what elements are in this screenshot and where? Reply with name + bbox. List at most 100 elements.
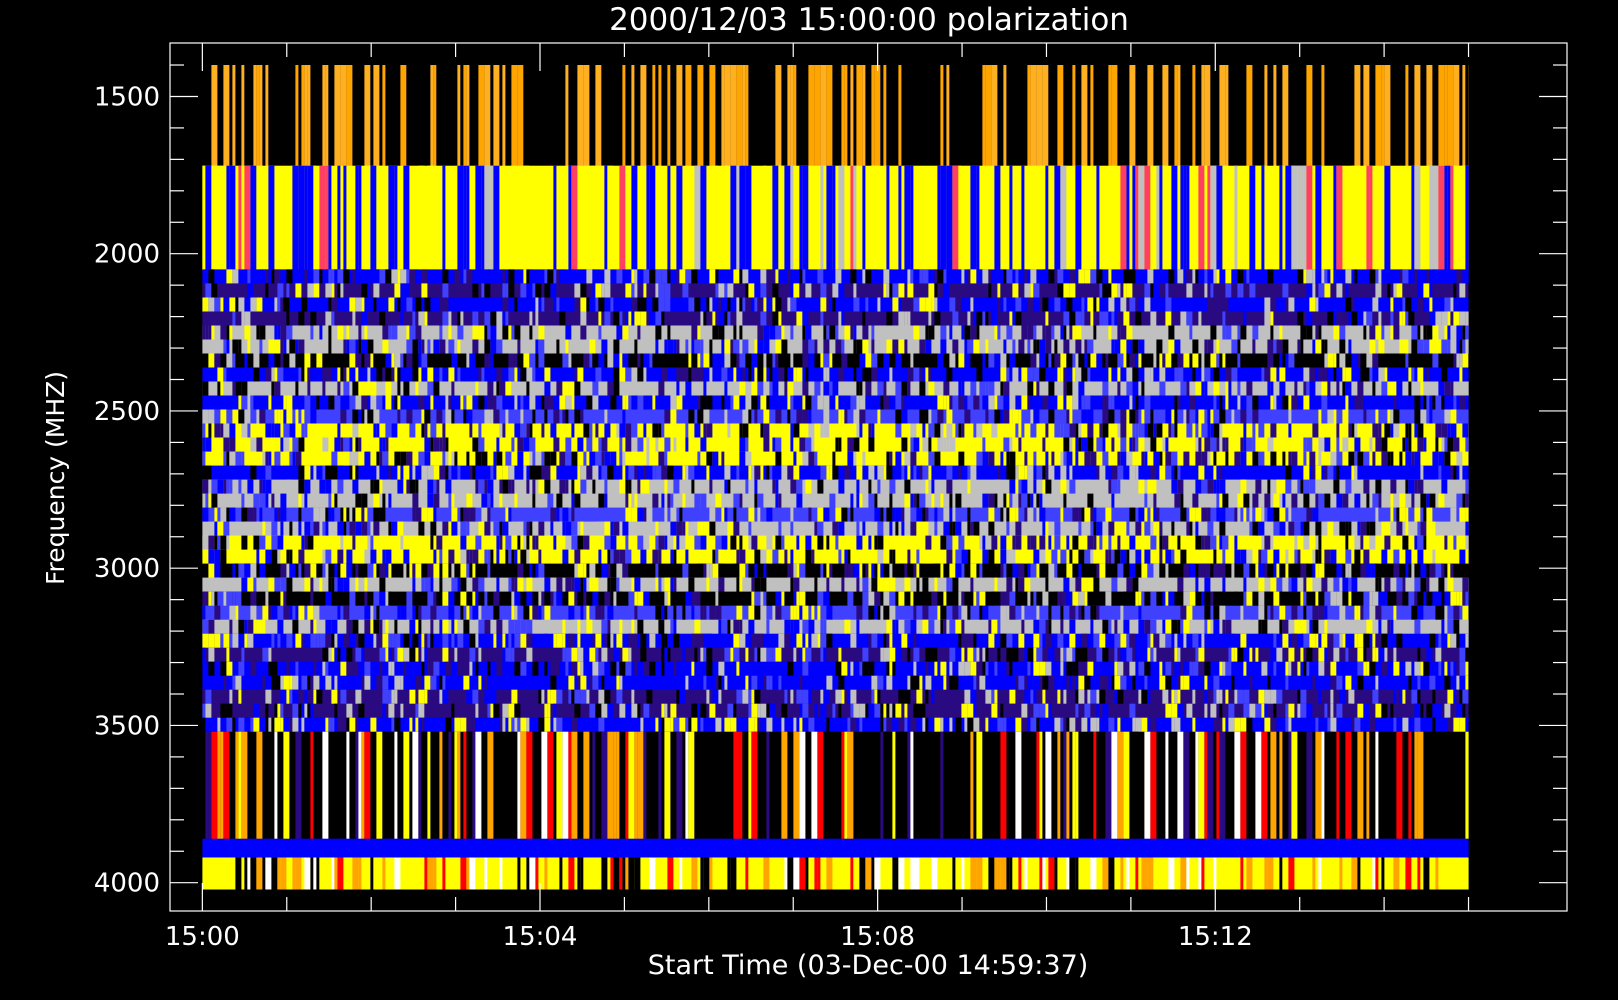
heat-cell <box>355 353 362 369</box>
heat-cell <box>568 633 575 649</box>
heat-cell <box>829 535 836 551</box>
heat-cell <box>1120 549 1127 565</box>
heat-cell <box>844 367 851 383</box>
heat-cell <box>265 311 272 327</box>
heat-cell <box>481 549 485 565</box>
heat-cell <box>328 577 332 593</box>
heat-cell <box>964 339 968 355</box>
heat-cell <box>1279 367 1286 383</box>
heat-cell <box>655 591 659 607</box>
heat-cell <box>457 633 464 649</box>
heat-cell <box>1330 661 1337 677</box>
heat-cell <box>664 479 668 495</box>
heat-cell <box>1324 283 1331 298</box>
heat-cell <box>1444 381 1451 397</box>
heat-cell <box>361 283 365 298</box>
heat-cell <box>1465 591 1469 607</box>
heat-cell <box>1093 521 1097 537</box>
heat-cell <box>1219 563 1226 579</box>
heat-cell <box>1198 409 1205 425</box>
heat-cell <box>1390 325 1394 341</box>
heat-cell <box>490 65 494 167</box>
heat-cell <box>241 367 245 383</box>
heat-cell <box>1369 521 1376 537</box>
heat-cell <box>754 437 761 453</box>
heat-cell <box>688 423 692 439</box>
heat-cell <box>571 535 578 551</box>
heat-cell <box>1195 577 1199 593</box>
heat-cell <box>799 269 803 284</box>
heat-cell <box>208 535 215 551</box>
heat-cell <box>733 521 740 537</box>
heat-cell <box>919 493 926 509</box>
heat-cell <box>1042 325 1046 341</box>
heat-cell <box>565 339 569 355</box>
heat-cell <box>271 451 275 467</box>
heat-cell <box>247 619 254 635</box>
heat-cell <box>862 269 866 284</box>
heat-cell <box>1246 507 1250 523</box>
heat-cell <box>1054 269 1058 284</box>
heat-cell <box>253 493 260 509</box>
heat-cell <box>820 647 824 663</box>
heat-cell <box>1129 493 1133 509</box>
heat-cell <box>793 353 797 369</box>
heat-cell <box>961 619 965 635</box>
heat-cell <box>889 367 893 383</box>
heat-cell <box>511 591 515 607</box>
heat-cell <box>1240 451 1247 467</box>
heat-cell <box>997 325 1001 341</box>
heat-cell <box>337 577 344 593</box>
heat-cell <box>1084 479 1091 495</box>
heat-cell <box>1414 269 1418 284</box>
heat-cell <box>433 493 440 509</box>
heat-cell <box>1441 395 1445 411</box>
heat-cell <box>1393 409 1400 425</box>
heat-cell <box>1324 339 1328 355</box>
heat-cell <box>877 297 881 313</box>
heat-cell <box>1108 311 1112 327</box>
heat-cell <box>544 451 551 467</box>
heat-cell <box>868 633 872 649</box>
heat-cell <box>289 675 293 691</box>
heat-cell <box>1318 535 1322 551</box>
heat-cell <box>682 605 686 621</box>
heat-cell <box>1453 605 1460 621</box>
heat-cell <box>967 465 971 481</box>
heat-cell <box>463 269 467 284</box>
heat-cell <box>277 297 281 313</box>
heat-cell <box>628 311 632 327</box>
heat-cell <box>1024 577 1031 593</box>
heat-cell <box>1087 521 1091 537</box>
heat-cell <box>1006 577 1013 593</box>
heat-cell <box>589 353 593 369</box>
heat-cell <box>1333 311 1337 327</box>
heat-cell <box>1165 353 1172 369</box>
heat-cell <box>913 647 920 663</box>
heat-cell <box>865 381 872 397</box>
heat-cell <box>391 353 395 369</box>
heat-cell <box>547 675 551 691</box>
heat-cell <box>1453 619 1460 635</box>
heat-cell <box>442 619 449 635</box>
heat-cell <box>538 521 545 537</box>
heat-cell <box>958 591 962 607</box>
heat-cell <box>1207 507 1211 523</box>
heat-cell <box>1426 367 1430 383</box>
heat-cell <box>1453 65 1460 167</box>
heat-cell <box>1171 661 1175 677</box>
heat-cell <box>565 409 569 425</box>
heat-cell <box>1405 661 1412 677</box>
heat-cell <box>274 577 281 593</box>
heat-cell <box>394 647 398 663</box>
heat-cell <box>391 269 398 284</box>
heat-cell <box>208 353 215 369</box>
heat-cell <box>1123 395 1130 411</box>
heat-cell <box>1213 591 1220 607</box>
heat-cell <box>1453 395 1457 411</box>
heat-cell <box>592 549 596 565</box>
heat-cell <box>1333 353 1337 369</box>
heat-cell <box>385 367 392 383</box>
heat-cell <box>1039 507 1046 523</box>
heat-cell <box>1015 535 1022 551</box>
